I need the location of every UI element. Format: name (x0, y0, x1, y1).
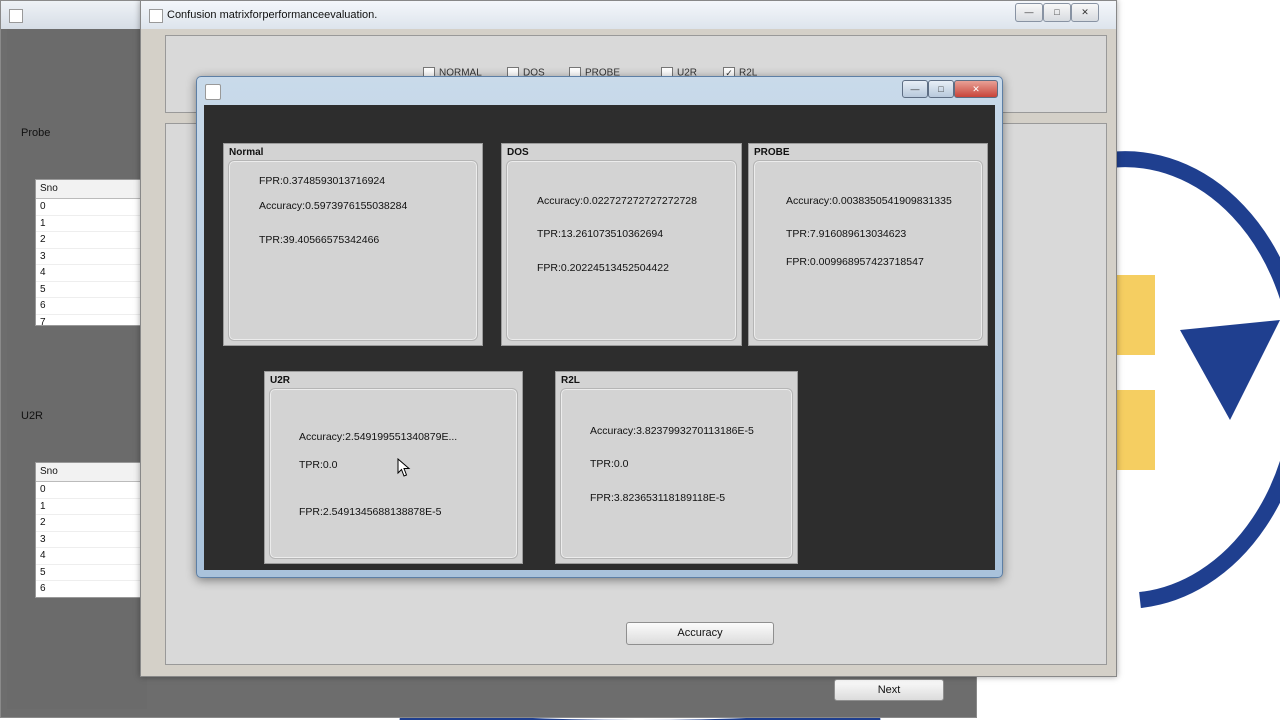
accuracy-button[interactable]: Accuracy (626, 622, 774, 645)
probe-sno-list[interactable]: Sno 0 1 2 3 4 5 6 7 (35, 179, 147, 326)
card-title: PROBE (754, 147, 790, 158)
r2l-fpr: FPR:3.823653118189118E-5 (590, 492, 726, 504)
list-item[interactable]: 0 (36, 482, 146, 499)
probe-tpr: TPR:7.916089613034623 (786, 228, 907, 240)
card-title: Normal (229, 147, 264, 158)
mouse-cursor-icon (397, 458, 411, 477)
dos-tpr: TPR:13.261073510362694 (537, 228, 664, 240)
list-item[interactable]: 6 (36, 581, 146, 597)
card-border (506, 160, 737, 341)
normal-metrics-card: Normal FPR:0.3748593013716924 Accuracy:0… (223, 143, 483, 346)
maximize-icon[interactable]: □ (1043, 3, 1071, 22)
dos-accuracy: Accuracy:0.022727272727272728 (537, 195, 697, 207)
main-window-titlebar: Confusion matrixforperformanceevaluation… (141, 1, 1116, 29)
list-item[interactable]: 3 (36, 249, 146, 265)
list-item[interactable]: 4 (36, 265, 146, 282)
probe-accuracy: Accuracy:0.0038350541909831335 (786, 195, 952, 207)
java-app-icon (149, 9, 163, 23)
window-title: Confusion matrixforperformanceevaluation… (167, 9, 378, 21)
list-item[interactable]: 5 (36, 282, 146, 298)
u2r-sno-list[interactable]: Sno 0 1 2 3 4 5 6 (35, 462, 147, 598)
next-button[interactable]: Next (834, 679, 944, 701)
minimize-icon[interactable]: — (902, 80, 928, 98)
probe-fpr: FPR:0.009968957423718547 (786, 256, 924, 268)
close-icon[interactable]: ✕ (954, 80, 998, 98)
list-item[interactable]: 2 (36, 232, 146, 249)
card-border (269, 388, 518, 559)
u2r-section-label: U2R (21, 410, 44, 422)
normal-accuracy: Accuracy:0.5973976155038284 (259, 200, 408, 212)
card-border (560, 388, 793, 559)
list-item[interactable]: 7 (36, 315, 146, 326)
dos-fpr: FPR:0.20224513452504422 (537, 262, 669, 274)
java-app-icon (205, 84, 221, 100)
list-item[interactable]: 1 (36, 216, 146, 232)
java-app-icon (9, 9, 23, 23)
card-border (753, 160, 983, 341)
card-title: DOS (507, 147, 529, 158)
probe-section-label: Probe (21, 127, 51, 139)
r2l-tpr: TPR:0.0 (590, 458, 629, 470)
minimize-icon[interactable]: — (1015, 3, 1043, 22)
r2l-metrics-card: R2L Accuracy:3.8237993270113186E-5 TPR:0… (555, 371, 798, 564)
maximize-icon[interactable]: □ (928, 80, 954, 98)
list-item[interactable]: 3 (36, 532, 146, 548)
dos-metrics-card: DOS Accuracy:0.022727272727272728 TPR:13… (501, 143, 742, 346)
probe-metrics-card: PROBE Accuracy:0.0038350541909831335 TPR… (748, 143, 988, 346)
normal-tpr: TPR:39.40566575342466 (259, 234, 380, 246)
card-border (228, 160, 478, 341)
list-item[interactable]: 0 (36, 199, 146, 216)
list-header[interactable]: Sno (36, 180, 146, 199)
u2r-metrics-card: U2R Accuracy:2.549199551340879E... TPR:0… (264, 371, 523, 564)
list-header[interactable]: Sno (36, 463, 146, 482)
u2r-fpr: FPR:2.5491345688138878E-5 (299, 506, 442, 518)
close-icon[interactable]: ✕ (1071, 3, 1099, 22)
list-item[interactable]: 4 (36, 548, 146, 565)
list-item[interactable]: 5 (36, 565, 146, 581)
normal-fpr: FPR:0.3748593013716924 (259, 175, 386, 187)
card-title: R2L (561, 375, 580, 386)
card-title: U2R (270, 375, 291, 386)
r2l-accuracy: Accuracy:3.8237993270113186E-5 (590, 425, 754, 437)
list-item[interactable]: 2 (36, 515, 146, 532)
list-item[interactable]: 6 (36, 298, 146, 315)
list-item[interactable]: 1 (36, 499, 146, 515)
u2r-tpr: TPR:0.0 (299, 459, 338, 471)
u2r-accuracy: Accuracy:2.549199551340879E... (299, 431, 458, 443)
